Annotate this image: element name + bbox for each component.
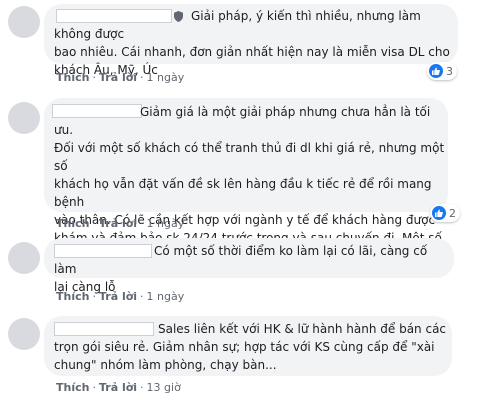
reaction-summary[interactable]: 2 — [430, 204, 460, 222]
reaction-count: 2 — [449, 206, 456, 220]
avatar[interactable] — [8, 318, 40, 350]
like-link[interactable]: Thích — [56, 71, 89, 84]
like-reaction-icon — [432, 206, 446, 220]
like-link[interactable]: Thích — [56, 290, 89, 303]
timestamp[interactable]: 1 ngày — [147, 217, 185, 230]
comment-bubble: Có một số thời điểm ko làm lại có lãi, c… — [44, 238, 454, 294]
like-link[interactable]: Thích — [56, 381, 89, 394]
comment-text: Có một số thời điểm ko làm lại có lãi, c… — [54, 244, 428, 294]
comment-actions: Thích · Trả lời · 1 ngày — [56, 217, 185, 230]
reaction-count: 3 — [446, 64, 453, 78]
comment-bubble: Giải pháp, ý kiến thì nhiều, nhưng làm k… — [44, 4, 458, 77]
comment-bubble: Giảm giá là một giải pháp nhưng chưa hẳn… — [44, 98, 448, 263]
avatar[interactable] — [8, 6, 40, 38]
reply-link[interactable]: Trả lời — [99, 217, 137, 230]
reaction-summary[interactable]: 3 — [427, 62, 457, 80]
like-link[interactable]: Thích — [56, 217, 89, 230]
comment-actions: Thích · Trả lời · 1 ngày — [56, 71, 185, 84]
comment-actions: Thích · Trả lời · 13 giờ — [56, 381, 181, 394]
timestamp[interactable]: 1 ngày — [147, 71, 185, 84]
comment-text: Sales liên kết với HK & lữ hành hành để … — [54, 322, 447, 372]
like-reaction-icon — [429, 64, 443, 78]
avatar[interactable] — [8, 102, 40, 134]
comment-actions: Thích · Trả lời · 1 ngày — [56, 290, 185, 303]
comment-text: Giải pháp, ý kiến thì nhiều, nhưng làm k… — [54, 9, 450, 77]
avatar[interactable] — [8, 242, 40, 274]
reply-link[interactable]: Trả lời — [99, 290, 137, 303]
timestamp[interactable]: 13 giờ — [147, 381, 181, 394]
timestamp[interactable]: 1 ngày — [147, 290, 185, 303]
comment-bubble: Sales liên kết với HK & lữ hành hành để … — [44, 316, 452, 376]
reply-link[interactable]: Trả lời — [99, 71, 137, 84]
reply-link[interactable]: Trả lời — [99, 381, 137, 394]
